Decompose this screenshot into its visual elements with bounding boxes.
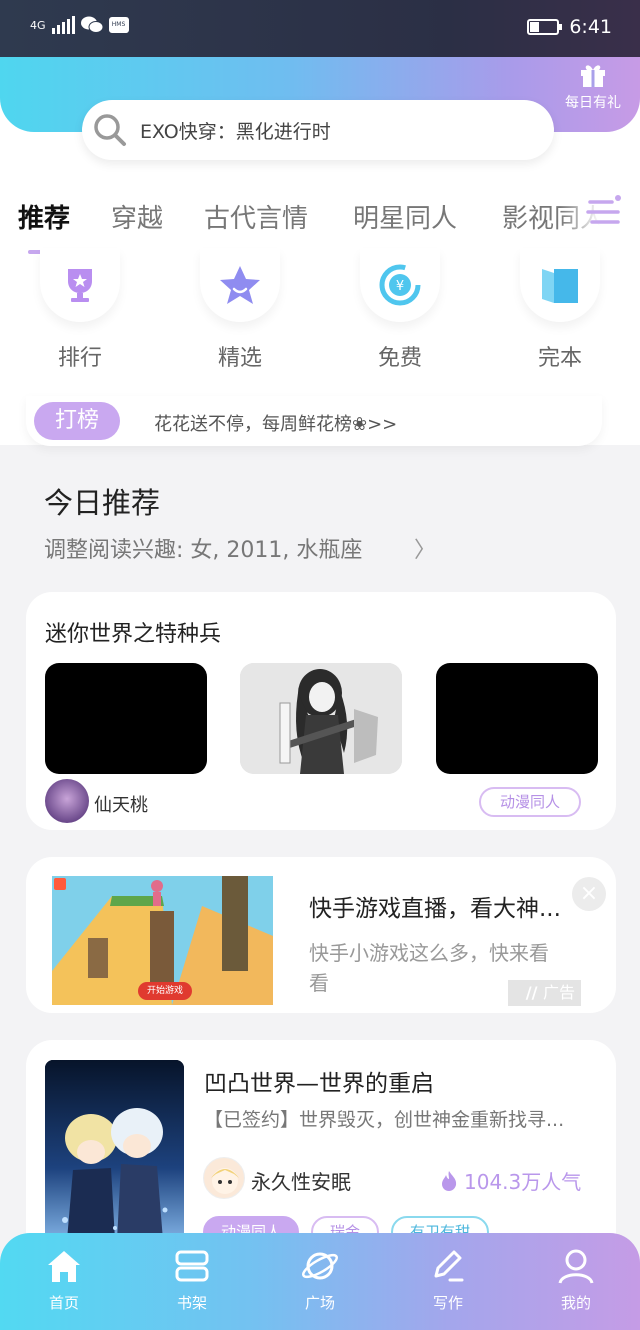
ad-image[interactable]: 开始游戏 <box>52 876 273 1005</box>
ad-logo-icon: // <box>525 983 543 1002</box>
ad-label: 广告 <box>542 983 575 1002</box>
tab-menu-icon[interactable] <box>584 192 624 232</box>
close-icon[interactable]: × <box>572 877 606 911</box>
nav-label: 我的 <box>560 1294 591 1312</box>
section-title: 今日推荐 <box>44 486 161 520</box>
book-image[interactable] <box>240 663 402 774</box>
status-time: 6:41 <box>569 16 612 38</box>
gift-label: 每日有礼 <box>565 95 621 111</box>
planet-icon <box>302 1252 338 1280</box>
book-icon <box>542 269 578 303</box>
category-label: 完本 <box>537 346 582 371</box>
bookshelf-icon <box>175 1250 209 1282</box>
category-featured[interactable]: 精选 <box>180 248 300 378</box>
category-tabs: 推荐 穿越 古代言情 明星同人 影视同人 <box>0 190 640 250</box>
signal-icon <box>51 16 75 34</box>
anime-cover-illustration <box>45 1060 184 1240</box>
user-icon <box>558 1249 594 1284</box>
nav-home[interactable]: 首页 <box>19 1246 109 1313</box>
battery-icon <box>527 19 563 35</box>
book-image[interactable] <box>436 663 598 774</box>
tab-ancient-romance[interactable]: 古代言情 <box>204 198 308 235</box>
category-label: 免费 <box>377 346 422 371</box>
svg-text:¥: ¥ <box>396 279 404 294</box>
author-avatar-illustration <box>211 1168 239 1194</box>
tab-time-travel[interactable]: 穿越 <box>111 198 163 235</box>
yuan-cycle-icon: ¥ <box>379 264 421 306</box>
nav-write[interactable]: 写作 <box>403 1246 493 1313</box>
book-image[interactable] <box>45 663 207 774</box>
anime-girl-illustration <box>240 663 402 774</box>
home-icon <box>48 1251 80 1282</box>
promo-text[interactable]: 花花送不停，每周鲜花榜❀>> <box>154 410 397 436</box>
category-free[interactable]: ¥ 免费 <box>340 248 460 378</box>
book-title[interactable]: 凹凸世界—世界的重启 <box>204 1064 434 1098</box>
avatar[interactable] <box>203 1157 245 1199</box>
genre-tag[interactable]: 动漫同人 <box>479 787 581 817</box>
status-bar: 4G HMS 6:41 <box>0 0 640 57</box>
popularity-value: 104.3万人气 <box>464 1170 582 1194</box>
daily-gift-button[interactable]: 每日有礼 <box>560 62 626 118</box>
nav-label: 写作 <box>432 1294 463 1312</box>
ad-title[interactable]: 快手游戏直播，看大神... <box>309 889 575 923</box>
network-label: 4G <box>30 18 46 32</box>
flame-icon <box>442 1170 457 1191</box>
category-ranking[interactable]: 排行 <box>20 248 140 378</box>
author-name[interactable]: 仙天桃 <box>94 791 148 817</box>
avatar[interactable] <box>45 779 89 823</box>
wechat-icon <box>80 16 103 33</box>
hms-icon: HMS <box>108 17 129 33</box>
start-game-button[interactable]: 开始游戏 <box>138 982 192 1000</box>
trophy-icon <box>68 269 92 302</box>
nav-label: 书架 <box>176 1294 207 1312</box>
nav-plaza[interactable]: 广场 <box>275 1246 365 1313</box>
promo-badge[interactable]: 打榜 <box>34 402 120 440</box>
category-label: 精选 <box>217 346 262 371</box>
nav-label: 广场 <box>304 1294 335 1312</box>
search-bar[interactable]: EXO快穿：黑化进行时 <box>82 100 554 160</box>
book-cover[interactable] <box>45 1060 184 1240</box>
category-complete[interactable]: 完本 <box>500 248 620 378</box>
tab-recommend[interactable]: 推荐 <box>18 198 70 235</box>
pen-icon <box>434 1250 464 1282</box>
category-label: 排行 <box>57 346 102 371</box>
gift-icon <box>581 65 605 87</box>
search-placeholder: EXO快穿：黑化进行时 <box>140 120 331 143</box>
book-description: 【已签约】世界毁灭，创世神金重新找寻... <box>204 1109 565 1131</box>
nav-label: 首页 <box>48 1294 79 1312</box>
tab-star-fanfic[interactable]: 明星同人 <box>353 198 457 235</box>
interest-settings-link[interactable]: 调整阅读兴趣: 女, 2011, 水瓶座 <box>44 532 362 564</box>
ad-mark: // 广告 <box>508 980 581 1006</box>
chevron-right-icon[interactable]: 〉 <box>414 532 436 564</box>
popularity: 104.3万人气 <box>440 1166 581 1195</box>
book-title[interactable]: 迷你世界之特种兵 <box>45 616 221 648</box>
star-icon <box>220 266 260 304</box>
author-name[interactable]: 永久性安眠 <box>251 1166 351 1195</box>
nav-profile[interactable]: 我的 <box>531 1246 621 1313</box>
search-icon <box>94 114 126 146</box>
nav-bookshelf[interactable]: 书架 <box>147 1246 237 1313</box>
